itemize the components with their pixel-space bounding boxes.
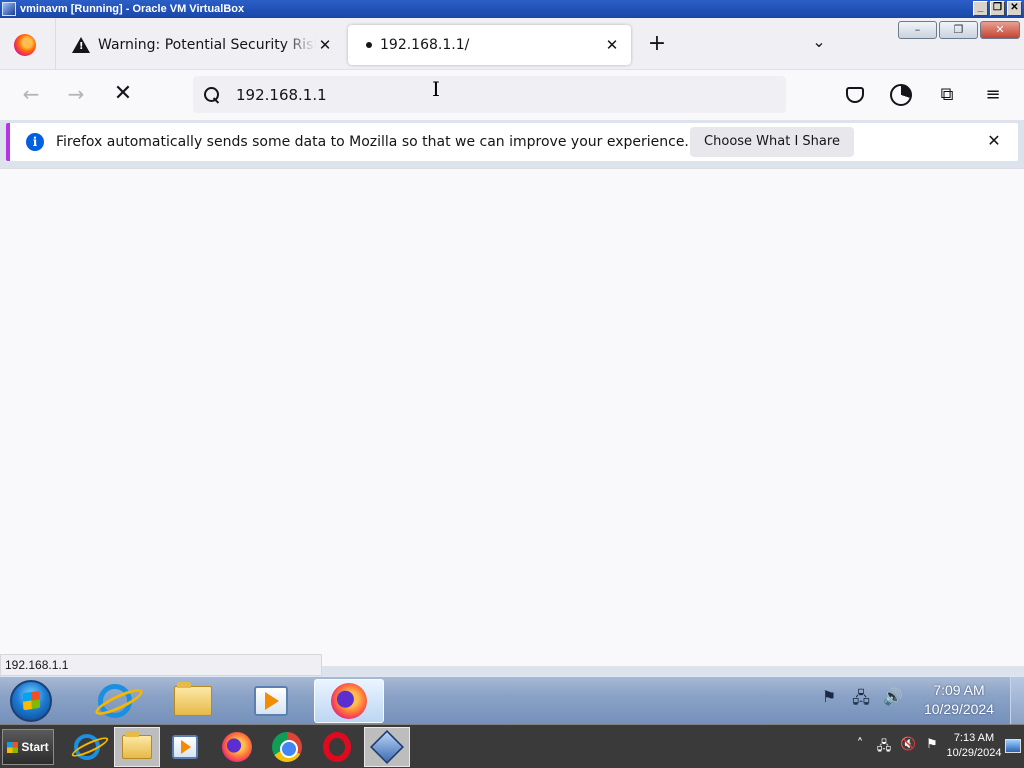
internet-explorer-icon [74, 734, 100, 760]
firefox-taskbar-button[interactable] [314, 679, 384, 723]
firefox-view-icon[interactable] [14, 34, 36, 56]
host-virtualbox-button[interactable] [364, 727, 410, 767]
close-button[interactable]: ✕ [980, 21, 1020, 39]
virtualbox-icon [370, 730, 404, 764]
action-center-flag-icon[interactable]: ⚑ [924, 737, 940, 755]
virtualbox-titlebar: vminavm [Running] - Oracle VM VirtualBox… [0, 0, 1024, 18]
close-notification-icon[interactable]: ✕ [984, 131, 1004, 151]
virtualbox-icon [2, 2, 16, 16]
media-player-icon [172, 735, 198, 759]
firefox-icon [331, 683, 367, 719]
tab-active[interactable]: 192.168.1.1/ ✕ [348, 25, 631, 65]
tab-separator [55, 18, 56, 70]
volume-muted-icon[interactable]: 🔇 [900, 737, 916, 755]
host-opera-button[interactable] [314, 727, 360, 767]
host-system-tray: ˄ 🖧 🔇 ⚑ [852, 737, 940, 755]
forward-button[interactable]: → [63, 82, 89, 108]
host-date: 10/29/2024 [946, 747, 1002, 759]
host-file-explorer-button[interactable] [114, 727, 160, 767]
guest-time: 7:09 AM [933, 682, 985, 698]
list-all-tabs-button[interactable]: ⌄ [807, 32, 831, 56]
guest-system-tray: ⚑ 🖧 🔊 [818, 687, 904, 709]
hamburger-menu-icon[interactable]: ≡ [980, 82, 1006, 108]
info-icon: i [26, 133, 44, 151]
account-icon[interactable] [888, 82, 914, 108]
pocket-icon[interactable] [842, 82, 868, 108]
status-bar: 192.168.1.1 [0, 654, 322, 676]
network-icon[interactable]: 🖧 [850, 687, 872, 709]
host-firefox-button[interactable] [214, 727, 260, 767]
guest-date: 10/29/2024 [923, 701, 995, 717]
guest-clock[interactable]: 7:09 AM 10/29/2024 [912, 681, 1006, 719]
opera-icon [323, 732, 351, 762]
file-explorer-button[interactable] [158, 679, 228, 723]
window-title: vminavm [Running] - Oracle VM VirtualBox [20, 3, 245, 15]
loading-dot-icon [366, 42, 372, 48]
media-player-icon [254, 686, 288, 716]
choose-what-i-share-button[interactable]: Choose What I Share [690, 127, 854, 157]
start-orb-icon[interactable] [10, 680, 52, 722]
tab-title: 192.168.1.1/ [380, 37, 470, 53]
show-desktop-button[interactable] [1010, 677, 1024, 725]
show-desktop-button[interactable] [1005, 739, 1021, 753]
tab-title: Warning: Potential Security Risk [98, 37, 316, 53]
start-label: Start [21, 740, 49, 754]
minimize-button[interactable]: _ [973, 1, 988, 16]
page-content[interactable] [0, 168, 1024, 666]
navigation-toolbar: ← → ✕ 192.168.1.1 ⧉ ≡ [0, 70, 1024, 120]
volume-icon[interactable]: 🔊 [882, 687, 904, 709]
back-button[interactable]: ← [18, 82, 44, 108]
chrome-icon [272, 732, 302, 762]
data-reporting-notification: i Firefox automatically sends some data … [6, 123, 1018, 161]
windows-flag-icon [7, 741, 19, 753]
guest-taskbar: ⚑ 🖧 🔊 7:09 AM 10/29/2024 [0, 676, 1024, 725]
host-time: 7:13 AM [953, 732, 995, 744]
close-button[interactable]: ✕ [1007, 1, 1022, 16]
restore-button[interactable]: ❐ [939, 21, 978, 39]
guest-desktop: ! Warning: Potential Security Risk ✕ 192… [0, 18, 1024, 725]
host-taskbar: Start ˄ 🖧 🔇 ⚑ 7:13 AM 10/29/2024 [0, 724, 1024, 768]
minimize-button[interactable]: – [898, 21, 937, 39]
search-icon [203, 86, 221, 104]
restore-button[interactable]: ❐ [990, 1, 1005, 16]
tab-strip: ! Warning: Potential Security Risk ✕ 192… [0, 18, 1024, 70]
notification-text: Firefox automatically sends some data to… [56, 134, 689, 150]
firefox-icon [222, 732, 252, 762]
tab-close-icon[interactable]: ✕ [603, 36, 621, 54]
new-tab-button[interactable]: + [645, 33, 669, 57]
host-chrome-button[interactable] [264, 727, 310, 767]
window-controls: _ ❐ ✕ [973, 1, 1022, 16]
warning-icon: ! [72, 37, 90, 53]
host-start-button[interactable]: Start [2, 729, 54, 765]
internet-explorer-icon [98, 684, 132, 718]
internet-explorer-button[interactable] [80, 679, 150, 723]
folder-icon [174, 682, 212, 716]
mouse-cursor-ibeam [432, 77, 440, 101]
firefox-window-controls: – ❐ ✕ [896, 21, 1020, 39]
url-bar[interactable]: 192.168.1.1 [193, 76, 786, 113]
tab-warning[interactable]: ! Warning: Potential Security Risk ✕ [58, 25, 344, 65]
show-hidden-icons-icon[interactable]: ˄ [852, 737, 868, 755]
stop-button[interactable]: ✕ [110, 82, 136, 108]
network-icon[interactable]: 🖧 [876, 737, 892, 755]
action-center-flag-icon[interactable]: ⚑ [818, 687, 840, 709]
media-player-button[interactable] [236, 679, 306, 723]
folder-icon [122, 731, 152, 759]
url-text[interactable]: 192.168.1.1 [236, 86, 327, 104]
host-media-player-button[interactable] [162, 727, 208, 767]
extensions-icon[interactable]: ⧉ [934, 82, 960, 108]
tab-close-icon[interactable]: ✕ [316, 36, 334, 54]
host-internet-explorer-button[interactable] [64, 727, 110, 767]
host-clock[interactable]: 7:13 AM 10/29/2024 [943, 731, 1005, 761]
